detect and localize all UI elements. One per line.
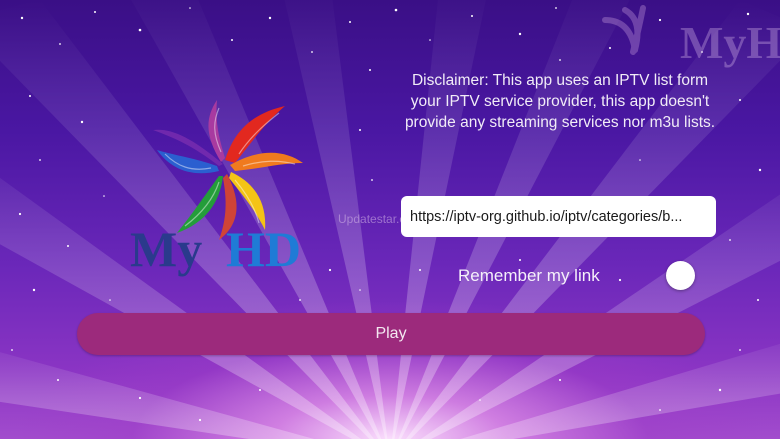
svg-text:MyHD: MyHD bbox=[680, 17, 780, 68]
remember-link-toggle[interactable] bbox=[666, 261, 695, 290]
play-button[interactable]: Play bbox=[77, 313, 705, 355]
disclaimer-text: Disclaimer: This app uses an IPTV list f… bbox=[404, 72, 716, 131]
logo-text-my: My bbox=[130, 221, 202, 277]
logo-text-hd: HD bbox=[226, 221, 301, 277]
playlist-url-input[interactable] bbox=[401, 196, 716, 237]
myhd-logo: My HD bbox=[120, 50, 340, 280]
remember-link-label: Remember my link bbox=[458, 266, 600, 285]
corner-watermark-logo: MyHD bbox=[585, 0, 780, 75]
